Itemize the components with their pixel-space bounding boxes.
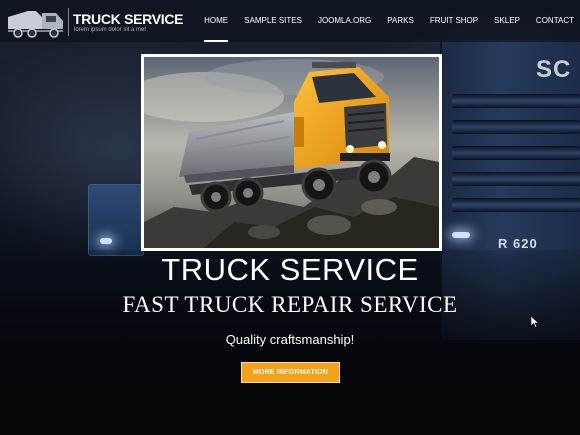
truck-grille <box>452 120 580 134</box>
hero-subtitle: FAST TRUCK REPAIR SERVICE <box>122 292 458 317</box>
more-information-button[interactable]: MORE INFORMATION <box>241 362 340 383</box>
truck-grille <box>452 198 580 212</box>
mouse-cursor-icon <box>531 316 539 328</box>
nav-item-contact[interactable]: CONTACT <box>536 0 574 42</box>
nav-item-parks[interactable]: PARKS <box>387 0 414 42</box>
truck-grille <box>452 94 580 108</box>
hero-tagline: Quality craftsmanship! <box>225 332 355 347</box>
background-truck-brand: SC <box>536 56 572 83</box>
site-title[interactable]: TRUCK SERVICE <box>73 11 184 27</box>
nav-item-sample-sites[interactable]: SAMPLE SITES <box>244 0 302 42</box>
nav-item-home[interactable]: HOME <box>204 0 229 42</box>
hero-image-frame <box>141 54 442 251</box>
background-truck-model: R 620 <box>498 236 538 251</box>
headlight <box>100 238 112 244</box>
nav-item-joomla-org[interactable]: JOOMLA.ORG <box>318 0 371 42</box>
main-nav: HOME SAMPLE SITES JOOMLA.ORG PARKS FRUIT… <box>188 0 574 42</box>
truck-logo-icon[interactable] <box>6 7 66 39</box>
site-tagline: lorem ipsum dolor sit a met <box>74 27 147 33</box>
logo-divider <box>68 8 69 36</box>
headlight <box>452 232 470 238</box>
nav-item-fruit-shop[interactable]: FRUIT SHOP <box>430 0 478 42</box>
background-truck-left <box>88 184 144 256</box>
dump-truck-image <box>144 57 439 248</box>
site-header: TRUCK SERVICE lorem ipsum dolor sit a me… <box>0 0 580 42</box>
hero-title: TRUCK SERVICE <box>161 252 419 287</box>
truck-grille <box>452 172 580 186</box>
nav-item-sklep[interactable]: SKLEP <box>494 0 520 42</box>
truck-grille <box>452 146 580 160</box>
